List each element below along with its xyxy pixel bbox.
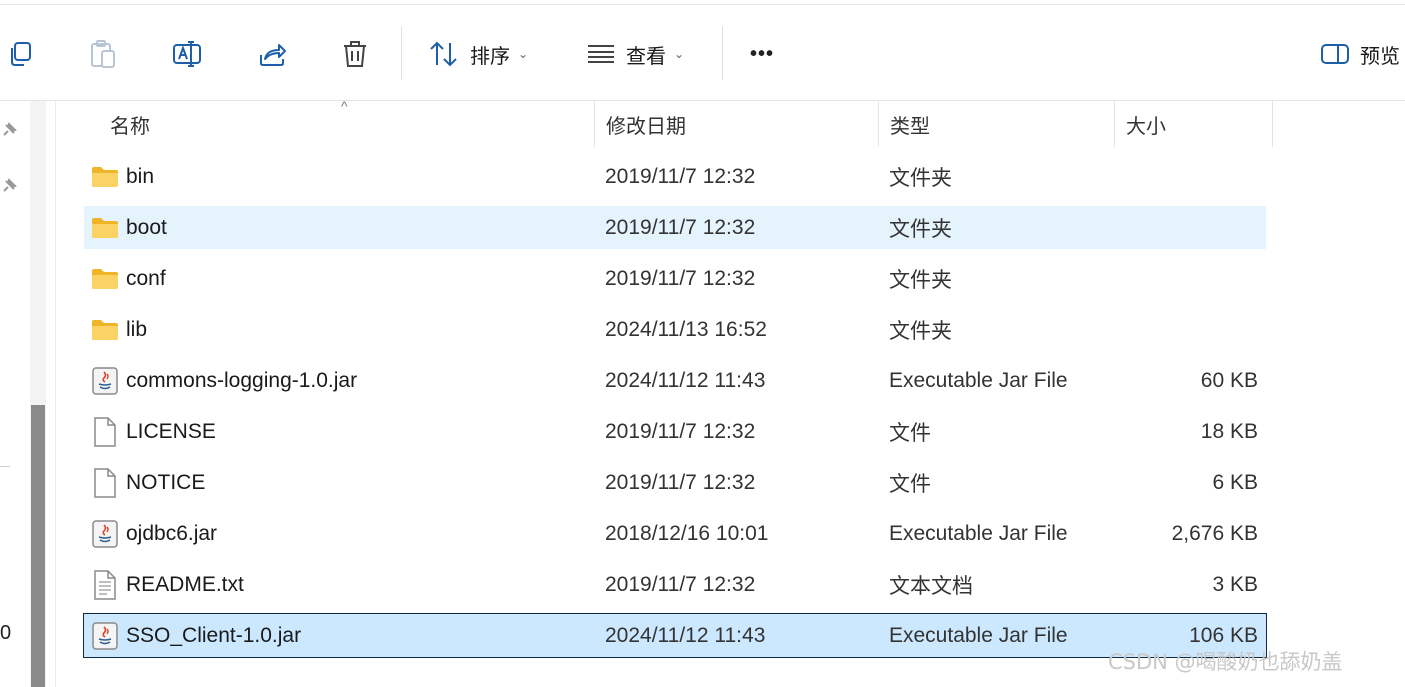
file-row[interactable]: NOTICE 2019/11/7 12:32 文件 6 KB	[84, 461, 1266, 504]
file-name: NOTICE	[126, 470, 206, 494]
view-button[interactable]: 查看 ⌄	[586, 32, 684, 76]
file-type: 文件夹	[889, 166, 952, 190]
column-size-label: 大小	[1126, 113, 1166, 138]
file-type: 文件	[889, 472, 931, 496]
folder-icon	[90, 308, 120, 351]
file-name: commons-logging-1.0.jar	[126, 368, 358, 392]
rename-icon	[173, 41, 201, 67]
toolbar-top-border	[0, 4, 1405, 5]
nav-scrollbar-thumb[interactable]	[31, 405, 45, 687]
rename-button[interactable]	[172, 32, 202, 76]
file-row[interactable]: boot 2019/11/7 12:32 文件夹	[84, 206, 1266, 249]
file-name: SSO_Client-1.0.jar	[126, 623, 302, 647]
delete-button[interactable]	[341, 32, 369, 76]
paste-button[interactable]	[89, 32, 117, 76]
preview-label: 预览	[1360, 43, 1400, 68]
copy-icon	[11, 42, 31, 66]
file-name: bin	[126, 164, 155, 188]
pin-icon[interactable]	[0, 121, 18, 139]
more-dots-icon: •••	[750, 42, 775, 65]
chevron-down-icon: ⌄	[518, 47, 529, 61]
file-type: Executable Jar File	[889, 521, 1068, 545]
paste-icon	[91, 40, 115, 68]
preview-pane-button[interactable]: 预览	[1320, 32, 1400, 76]
folder-icon	[90, 155, 120, 198]
column-divider[interactable]	[1272, 101, 1273, 147]
file-name: lib	[126, 317, 148, 341]
sort-arrows-icon	[430, 41, 457, 67]
trash-icon	[344, 41, 366, 67]
file-name: boot	[126, 215, 167, 239]
column-header-name[interactable]: 名称	[98, 101, 594, 147]
file-date: 2019/11/7 12:32	[605, 470, 756, 494]
command-bar: 排序 ⌄ 查看 ⌄ ••• 预览	[0, 0, 1405, 101]
file-date: 2019/11/7 12:32	[605, 164, 756, 188]
toolbar-separator	[401, 26, 402, 80]
chevron-down-icon: ⌄	[674, 47, 685, 61]
file-date: 2019/11/7 12:32	[605, 419, 756, 443]
more-options-button[interactable]: •••	[750, 32, 774, 76]
file-row[interactable]: bin 2019/11/7 12:32 文件夹	[84, 155, 1266, 198]
file-name: conf	[126, 266, 166, 290]
file-row[interactable]: README.txt 2019/11/7 12:32 文本文档 3 KB	[84, 563, 1266, 606]
sort-label: 排序	[470, 43, 510, 68]
file-type: 文件夹	[889, 268, 952, 292]
file-date: 2018/12/16 10:01	[605, 521, 769, 545]
file-type: Executable Jar File	[889, 623, 1068, 647]
file-size: 60 KB	[1200, 368, 1258, 392]
file-size: 2,676 KB	[1171, 521, 1258, 545]
file-row[interactable]: LICENSE 2019/11/7 12:32 文件 18 KB	[84, 410, 1266, 453]
view-label: 查看	[626, 43, 666, 68]
file-type: Executable Jar File	[889, 368, 1068, 392]
java-jar-icon	[90, 512, 120, 555]
nav-item-fragment: 0	[0, 622, 12, 644]
file-row[interactable]: lib 2024/11/13 16:52 文件夹	[84, 308, 1266, 351]
file-date: 2019/11/7 12:32	[605, 572, 756, 596]
column-type-label: 类型	[890, 113, 930, 138]
file-list: bin 2019/11/7 12:32 文件夹 boot 2019/11/7 12:32…	[83, 155, 1267, 665]
view-lines-icon	[588, 45, 614, 63]
nav-divider	[55, 101, 56, 687]
file-type: 文件夹	[889, 217, 952, 241]
folder-icon	[90, 257, 120, 300]
file-size: 3 KB	[1212, 572, 1258, 596]
file-row[interactable]: conf 2019/11/7 12:32 文件夹	[84, 257, 1266, 300]
file-type: 文本文档	[889, 574, 973, 598]
watermark: CSDN @喝酸奶也舔奶盖	[1108, 650, 1343, 674]
file-date: 2024/11/12 11:43	[605, 623, 766, 647]
file-name: README.txt	[126, 572, 244, 596]
java-jar-icon	[90, 359, 120, 402]
column-header-type[interactable]: 类型	[878, 101, 1114, 147]
java-jar-icon	[90, 614, 120, 657]
column-name-label: 名称	[110, 113, 150, 138]
column-header-date[interactable]: 修改日期	[594, 101, 878, 147]
column-date-label: 修改日期	[606, 113, 686, 138]
file-name: ojdbc6.jar	[126, 521, 218, 545]
file-date: 2024/11/13 16:52	[605, 317, 767, 341]
file-row[interactable]: SSO_Client-1.0.jar 2024/11/12 11:43 Execut…	[83, 613, 1267, 658]
sort-button[interactable]: 排序 ⌄	[428, 32, 528, 76]
file-date: 2024/11/12 11:43	[605, 368, 766, 392]
file-row[interactable]: commons-logging-1.0.jar 2024/11/12 11:43 E…	[84, 359, 1266, 402]
pin-icon[interactable]	[0, 177, 18, 195]
text-file-icon	[90, 563, 120, 606]
toolbar-separator	[722, 26, 723, 80]
column-header-size[interactable]: 大小	[1114, 101, 1272, 147]
folder-icon	[90, 206, 120, 249]
file-type: 文件	[889, 421, 931, 445]
blank-file-icon	[90, 461, 120, 504]
file-size: 18 KB	[1200, 419, 1258, 443]
nav-separator	[0, 466, 10, 467]
share-icon	[260, 44, 286, 66]
file-type: 文件夹	[889, 319, 952, 343]
file-date: 2019/11/7 12:32	[605, 215, 756, 239]
share-button[interactable]	[257, 32, 287, 76]
file-row[interactable]: ojdbc6.jar 2018/12/16 10:01 Executable Jar…	[84, 512, 1266, 555]
file-size: 6 KB	[1212, 470, 1258, 494]
preview-pane-icon	[1321, 44, 1349, 64]
file-date: 2019/11/7 12:32	[605, 266, 756, 290]
copy-button[interactable]	[6, 32, 34, 76]
file-name: LICENSE	[126, 419, 216, 443]
blank-file-icon	[90, 410, 120, 453]
